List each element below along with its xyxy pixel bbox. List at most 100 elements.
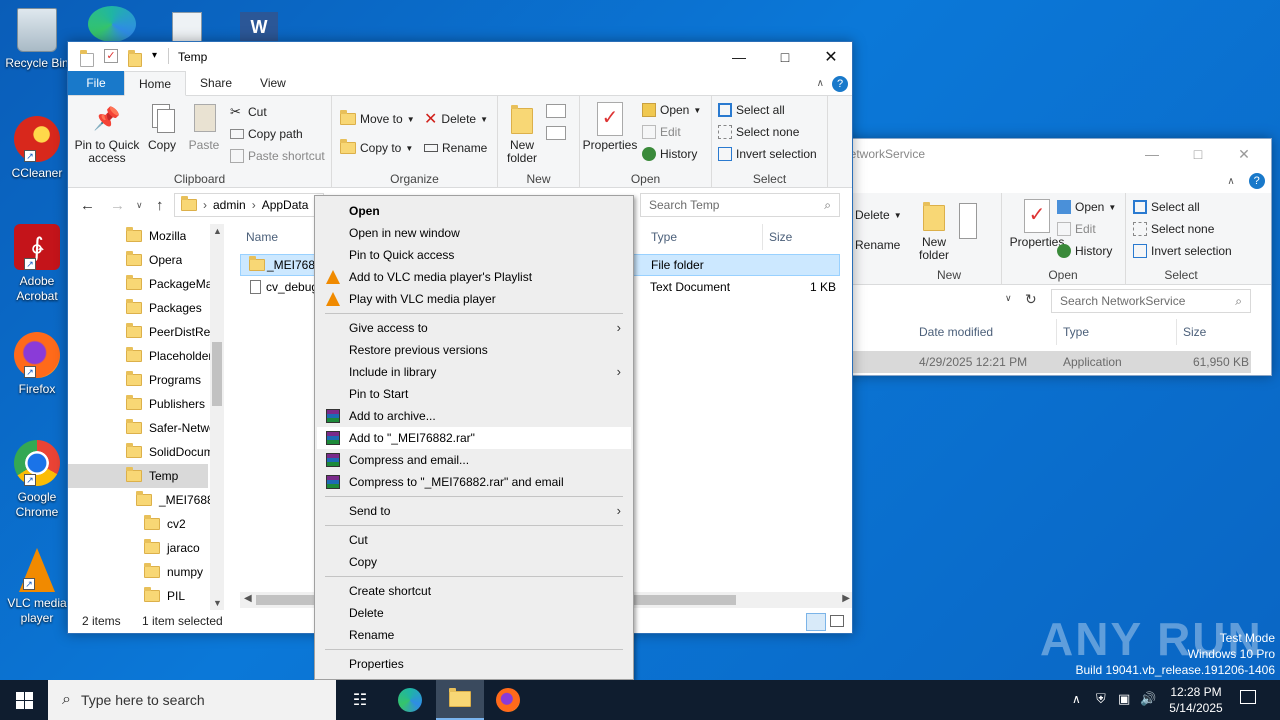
task-view-button[interactable]: ☷: [336, 680, 384, 720]
start-button[interactable]: [0, 680, 48, 720]
menu-item-compress-rar-email[interactable]: Compress to "_MEI76882.rar" and email: [317, 471, 631, 493]
address-bar[interactable]: › admin › AppData: [174, 193, 324, 217]
menu-item-open[interactable]: Open: [317, 200, 631, 222]
menu-item-delete[interactable]: Delete: [317, 602, 631, 624]
large-icons-view-icon[interactable]: [830, 615, 844, 627]
tab-home[interactable]: Home: [124, 71, 187, 96]
column-size[interactable]: Size: [763, 224, 843, 250]
desktop-icon-chrome[interactable]: ↗ Google Chrome: [2, 440, 72, 520]
security-icon[interactable]: ⛨: [1096, 691, 1106, 707]
file-explorer-taskbar-button[interactable]: [436, 680, 484, 720]
nav-item[interactable]: cv2: [144, 512, 186, 536]
edge-taskbar-button[interactable]: [386, 680, 434, 720]
new-folder-quick-icon[interactable]: [128, 50, 142, 67]
breadcrumb-appdata[interactable]: AppData: [262, 198, 309, 212]
menu-item-rename[interactable]: Rename: [317, 624, 631, 646]
details-view-icon[interactable]: [806, 613, 826, 631]
taskbar-search-box[interactable]: ⌕ Type here to search: [48, 680, 336, 720]
nav-item[interactable]: Publishers: [126, 392, 205, 416]
minimize-button[interactable]: —: [1129, 139, 1175, 169]
history-button[interactable]: History: [1057, 241, 1112, 261]
new-folder-button[interactable]: New folder: [917, 199, 951, 262]
ribbon-collapse-icon[interactable]: ∧: [1227, 176, 1234, 187]
tab-file[interactable]: File: [68, 71, 124, 95]
copy-to-button[interactable]: Copy to ▼: [340, 138, 413, 158]
menu-item-add-rar[interactable]: Add to "_MEI76882.rar": [317, 427, 631, 449]
nav-scrollbar[interactable]: ▲ ▼: [210, 224, 224, 610]
menu-item-send-to[interactable]: Send to ›: [317, 500, 631, 522]
tab-share[interactable]: Share: [186, 71, 246, 95]
copy-path-button[interactable]: Copy path: [230, 124, 303, 144]
history-button[interactable]: History: [642, 144, 697, 164]
edge-desktop-icon[interactable]: [88, 6, 136, 42]
nav-item[interactable]: Placeholder: [126, 344, 210, 368]
search-input[interactable]: Search NetworkService ⌕: [1051, 289, 1251, 313]
breadcrumb-admin[interactable]: admin: [213, 198, 246, 212]
up-button[interactable]: ↑: [156, 197, 164, 214]
pin-to-quick-access-button[interactable]: 📌 Pin to Quick access: [74, 102, 140, 165]
menu-item-create-shortcut[interactable]: Create shortcut: [317, 580, 631, 602]
edit-button[interactable]: Edit: [1057, 219, 1096, 239]
notifications-icon[interactable]: [1240, 690, 1256, 704]
select-none-button[interactable]: Select none: [1133, 219, 1214, 239]
menu-item-vlc-playlist[interactable]: Add to VLC media player's Playlist: [317, 266, 631, 288]
column-date-modified[interactable]: Date modified: [913, 319, 1057, 345]
ribbon-collapse-icon[interactable]: ∧: [817, 78, 824, 89]
paste-shortcut-button[interactable]: Paste shortcut: [230, 146, 325, 166]
maximize-button[interactable]: □: [762, 42, 808, 72]
rename-button[interactable]: Rename: [424, 138, 487, 158]
clock[interactable]: 12:28 PM 5/14/2025: [1166, 684, 1226, 716]
word-document-icon[interactable]: W: [240, 12, 278, 42]
menu-item-open-new-window[interactable]: Open in new window: [317, 222, 631, 244]
select-all-button[interactable]: Select all: [1133, 197, 1200, 217]
network-icon[interactable]: ▣: [1118, 691, 1130, 707]
properties-quick-icon[interactable]: ✓: [104, 49, 118, 63]
nav-item[interactable]: Programs: [126, 368, 201, 392]
help-icon[interactable]: ?: [832, 76, 848, 92]
menu-item-copy[interactable]: Copy: [317, 551, 631, 573]
menu-item-pin-start[interactable]: Pin to Start: [317, 383, 631, 405]
edit-button[interactable]: Edit: [642, 122, 681, 142]
delete-button[interactable]: ✕ Delete ▼: [424, 109, 488, 129]
minimize-button[interactable]: —: [716, 42, 762, 72]
close-button[interactable]: ✕: [1221, 139, 1267, 169]
column-size[interactable]: Size: [1177, 319, 1257, 345]
close-button[interactable]: ✕: [808, 42, 854, 72]
copy-button[interactable]: Copy: [142, 102, 182, 152]
image-file-icon[interactable]: [172, 12, 202, 42]
invert-selection-button[interactable]: Invert selection: [1133, 241, 1232, 261]
nav-item-temp[interactable]: Temp: [68, 464, 208, 488]
paste-button[interactable]: Paste: [184, 102, 224, 152]
easy-access-icon[interactable]: [546, 126, 566, 140]
refresh-icon[interactable]: ↻: [1025, 291, 1037, 308]
menu-item-properties[interactable]: Properties: [317, 653, 631, 675]
desktop-icon-ccleaner[interactable]: ↗ CCleaner: [2, 116, 72, 181]
open-button[interactable]: Open ▼: [642, 100, 701, 120]
new-item-icon[interactable]: [546, 104, 566, 118]
nav-item[interactable]: PIL: [144, 584, 185, 608]
new-item-icon[interactable]: [959, 203, 977, 239]
menu-item-vlc-play[interactable]: Play with VLC media player: [317, 288, 631, 310]
rename-button[interactable]: Rename: [855, 235, 900, 255]
firefox-taskbar-button[interactable]: [484, 680, 532, 720]
menu-item-give-access[interactable]: Give access to ›: [317, 317, 631, 339]
forward-button[interactable]: →: [110, 197, 125, 214]
invert-selection-button[interactable]: Invert selection: [718, 144, 817, 164]
tray-overflow-icon[interactable]: ∧: [1072, 692, 1081, 706]
nav-item[interactable]: PeerDistRep: [126, 320, 210, 344]
tab-view[interactable]: View: [246, 71, 300, 95]
search-input[interactable]: Search Temp ⌕: [640, 193, 840, 217]
column-type[interactable]: Type: [1057, 319, 1177, 345]
nav-item[interactable]: numpy: [144, 560, 203, 584]
delete-button[interactable]: Delete ▼: [855, 205, 902, 225]
nav-item[interactable]: Opera: [126, 248, 182, 272]
menu-item-add-archive[interactable]: Add to archive...: [317, 405, 631, 427]
select-none-button[interactable]: Select none: [718, 122, 799, 142]
column-type[interactable]: Type: [645, 224, 763, 250]
menu-item-cut[interactable]: Cut: [317, 529, 631, 551]
back-button[interactable]: ←: [80, 197, 95, 214]
networkservice-window[interactable]: NetworkService — □ ✕ ∧ ? Delete ▼ Rename …: [840, 138, 1272, 376]
volume-icon[interactable]: 🔊: [1140, 691, 1156, 707]
cut-button[interactable]: ✂ Cut: [230, 102, 267, 122]
desktop-icon-adobe-acrobat[interactable]: ∳ ↗ Adobe Acrobat: [2, 224, 72, 304]
